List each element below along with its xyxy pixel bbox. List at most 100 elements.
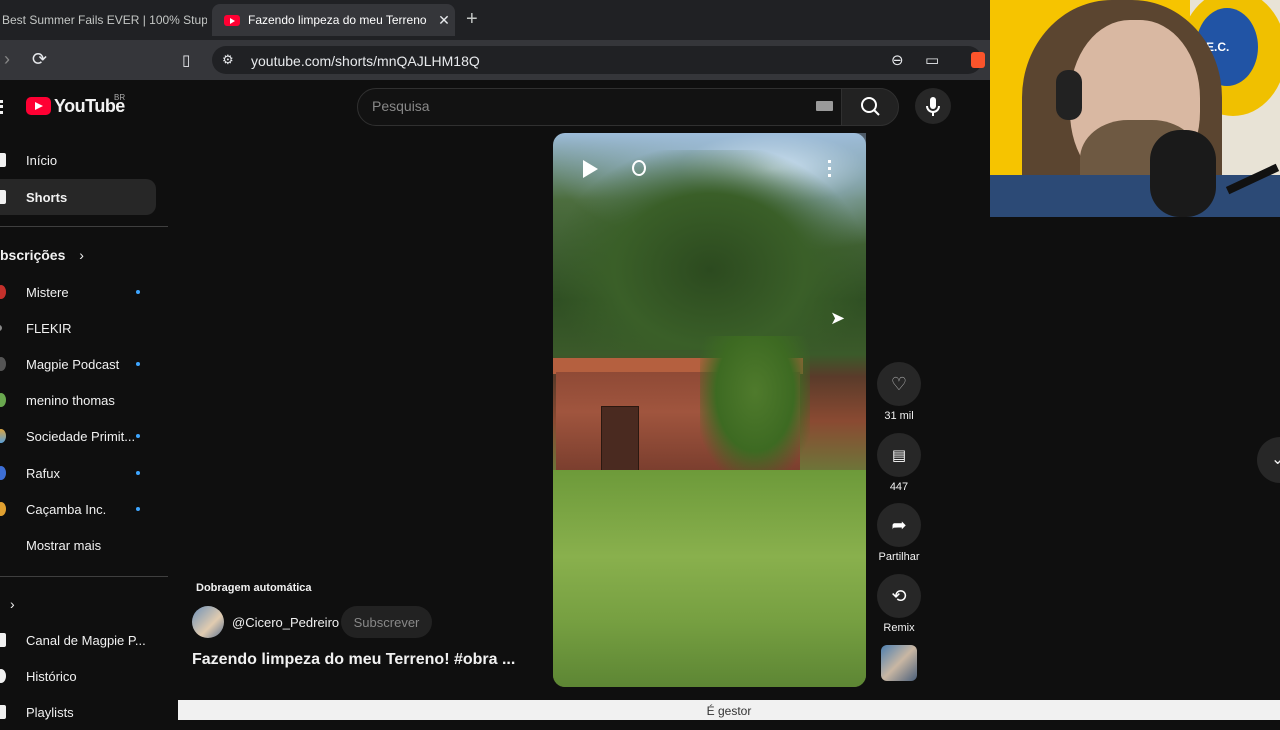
sidebar-item-subscription[interactable]: Sociedade Primit... [0, 418, 156, 454]
playlists-icon [0, 705, 6, 719]
close-tab-icon[interactable]: ✕ [433, 12, 455, 29]
remix-button[interactable]: ⟲ [877, 574, 921, 618]
youtube-favicon-icon [224, 14, 240, 26]
you-section-chevron-icon[interactable]: › [10, 596, 15, 612]
channel-avatar [0, 357, 6, 371]
sidebar-item-playlists[interactable]: Playlists [0, 694, 156, 730]
sidebar-item-label: Shorts [26, 189, 68, 205]
sidebar-divider [0, 226, 168, 227]
channel-icon [0, 633, 6, 647]
cast-icon[interactable]: ▭ [925, 51, 939, 69]
heart-icon: ♡ [890, 373, 908, 394]
new-content-dot [136, 290, 140, 294]
zoom-icon[interactable]: ⊖ [891, 51, 904, 69]
url-text[interactable]: youtube.com/shorts/mnQAJLHM18Q [251, 53, 480, 69]
remix-label: Remix [883, 622, 915, 634]
subscriptions-heading-text: bscrições [0, 247, 66, 263]
mouse-cursor-icon: ➤ [830, 308, 846, 328]
comments-button[interactable]: ▤ [877, 433, 921, 477]
region-code: BR [114, 93, 126, 102]
voice-search-button[interactable] [915, 88, 951, 124]
tab-title: Best Summer Fails EVER | 100% Stupid [2, 13, 207, 27]
share-icon: ➦ [891, 514, 907, 535]
sound-thumbnail[interactable] [881, 645, 917, 681]
status-bar: É gestor [178, 700, 1280, 720]
sidebar-item-label: Canal de Magpie P... [26, 632, 146, 648]
subscriptions-heading[interactable]: bscrições › [0, 247, 84, 263]
microphone-icon [926, 97, 940, 116]
new-tab-icon[interactable]: + [466, 8, 478, 31]
sidebar-divider [0, 576, 168, 577]
sidebar-item-subscription[interactable]: menino thomas [0, 382, 156, 418]
menu-icon[interactable] [0, 100, 6, 114]
video-grass [553, 470, 866, 687]
sidebar-item-subscription[interactable]: Magpie Podcast [0, 346, 156, 382]
channel-avatar[interactable] [192, 606, 224, 638]
sidebar-show-more[interactable]: Mostrar mais [0, 527, 156, 563]
like-button[interactable]: ♡ [877, 362, 921, 406]
sidebar-item-label: Caçamba Inc. [26, 501, 107, 517]
chevron-right-icon: › [79, 247, 84, 263]
sidebar-item-label: Início [26, 152, 58, 168]
channel-avatar [0, 325, 2, 331]
sidebar-item-label: Playlists [26, 704, 74, 720]
history-icon [0, 669, 6, 683]
sidebar-item-label: Magpie Podcast [26, 356, 120, 372]
sidebar-item-your-channel[interactable]: Canal de Magpie P... [0, 622, 156, 658]
sidebar-item-label: Rafux [26, 465, 60, 481]
comment-count: 447 [889, 481, 909, 493]
site-info-icon[interactable]: ⚙ [222, 52, 234, 68]
sidebar-item-subscription[interactable]: FLEKIR [0, 310, 156, 346]
reload-icon[interactable]: ⟳ [32, 49, 47, 70]
remix-icon: ⟲ [891, 585, 907, 606]
channel-handle[interactable]: @Cicero_Pedreiro [232, 615, 339, 630]
video-tree [560, 150, 860, 350]
channel-avatar [0, 285, 6, 299]
sidebar-item-label: Mistere [26, 284, 69, 300]
search-icon [861, 97, 880, 116]
channel-avatar [0, 429, 6, 443]
sidebar-item-label: FLEKIR [26, 320, 72, 336]
keyboard-icon[interactable] [816, 101, 833, 111]
sidebar-item-label: Histórico [26, 668, 77, 684]
comment-icon: ▤ [891, 447, 907, 464]
sidebar-item-history[interactable]: Histórico [0, 658, 156, 694]
chevron-down-icon [0, 538, 6, 552]
search-placeholder: Pesquisa [372, 98, 430, 114]
headphone-icon [1056, 70, 1082, 120]
sidebar-item-subscription[interactable]: Caçamba Inc. [0, 491, 156, 527]
sidebar-item-subscription[interactable]: Mistere [0, 274, 156, 310]
microphone-prop [1150, 130, 1216, 217]
channel-avatar [0, 502, 6, 516]
tab-active[interactable]: Fazendo limpeza do meu Terreno ✕ [212, 4, 455, 36]
youtube-logo-icon[interactable] [26, 97, 51, 115]
dubbing-label: Dobragem automática [196, 582, 312, 594]
sidebar-item-label: Sociedade Primit... [26, 428, 136, 444]
sidebar-item-label: Mostrar mais [26, 537, 102, 553]
chevron-down-icon: ⌄ [1271, 451, 1280, 468]
subscribe-button[interactable]: Subscrever [341, 606, 432, 638]
sidebar-item-label: menino thomas [26, 392, 115, 408]
short-title[interactable]: Fazendo limpeza do meu Terreno! #obra ..… [192, 651, 515, 669]
sidebar-item-subscription[interactable]: Rafux [0, 455, 156, 491]
tab-title: Fazendo limpeza do meu Terreno [248, 13, 427, 27]
next-short-button[interactable]: ⌄ [1257, 437, 1280, 483]
search-button[interactable] [841, 88, 899, 126]
more-options-icon[interactable] [828, 160, 834, 177]
share-button[interactable]: ➦ [877, 503, 921, 547]
play-icon[interactable] [583, 160, 598, 178]
channel-avatar [0, 393, 6, 407]
new-content-dot [136, 434, 140, 438]
forward-icon[interactable]: › [4, 49, 10, 70]
shorts-icon [0, 190, 6, 204]
new-content-dot [136, 507, 140, 511]
new-content-dot [136, 362, 140, 366]
tab-inactive[interactable]: Best Summer Fails EVER | 100% Stupid [0, 4, 207, 36]
video-door [601, 406, 639, 476]
bookmark-icon[interactable]: ▯ [182, 51, 190, 69]
brave-shield-icon[interactable] [971, 52, 985, 68]
volume-icon[interactable] [632, 160, 646, 176]
sidebar-item-home[interactable]: Início [0, 142, 156, 178]
home-icon [0, 153, 6, 167]
sidebar-item-shorts[interactable]: Shorts [0, 179, 156, 215]
